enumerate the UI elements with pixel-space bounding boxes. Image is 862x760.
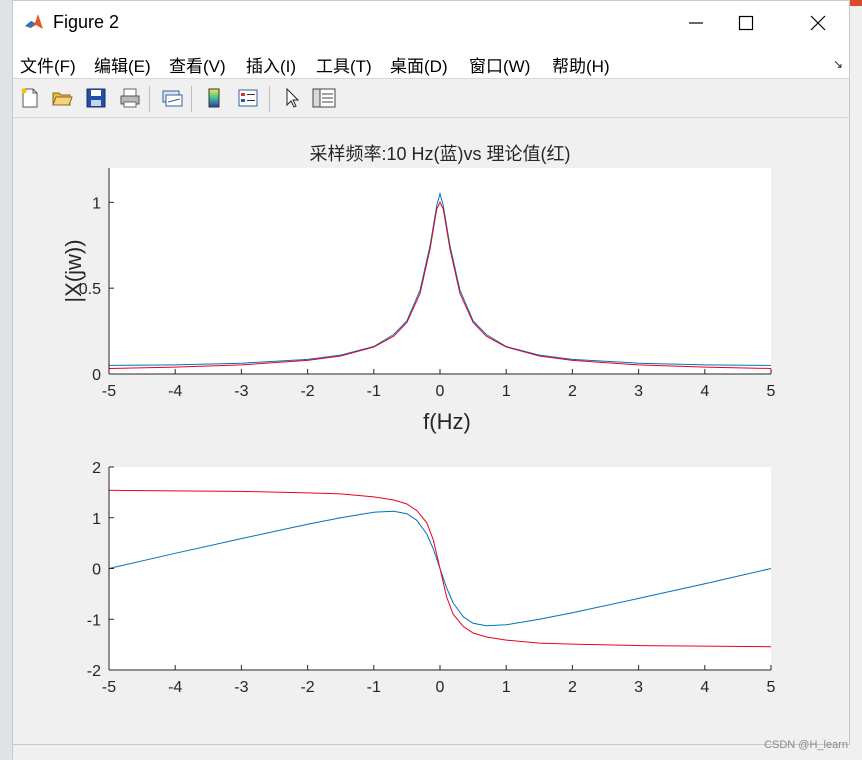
magnitude-xlabel: f(Hz) (423, 409, 471, 434)
minimize-icon (689, 22, 703, 24)
print-icon[interactable] (117, 85, 143, 111)
magnitude-xtick-label: -4 (168, 383, 182, 400)
phase-xtick-label: -1 (367, 679, 381, 696)
legend-icon[interactable] (235, 85, 261, 111)
phase-xtick-label: -4 (168, 679, 182, 696)
plot-canvas: 采样频率:10 Hz(蓝)vs 理论值(红) f(Hz) |X(jw)) -5-… (61, 144, 776, 696)
menu-view[interactable]: 查看(V) (169, 52, 226, 77)
magnitude-ytick-label: 0 (92, 367, 101, 384)
toolbar-separator (191, 86, 192, 112)
new-figure-icon[interactable] (17, 85, 43, 111)
toolbar (13, 80, 849, 118)
maximize-icon (738, 15, 754, 31)
menu-edit[interactable]: 编辑(E) (94, 52, 151, 77)
maximize-button[interactable] (723, 5, 769, 41)
phase-xtick-label: 2 (568, 679, 577, 696)
magnitude-xtick-label: -1 (367, 383, 381, 400)
matlab-logo-icon (23, 11, 45, 33)
colorbar-icon[interactable] (201, 85, 227, 111)
phase-xtick-label: -5 (102, 679, 116, 696)
property-inspector-icon[interactable] (311, 85, 337, 111)
magnitude-axes[interactable]: 采样频率:10 Hz(蓝)vs 理论值(红) f(Hz) |X(jw)) -5-… (61, 144, 776, 434)
magnitude-xtick-label: 1 (502, 383, 511, 400)
phase-xtick-label: -2 (300, 679, 314, 696)
menu-bar: 文件(F) 编辑(E) 查看(V) 插入(I) 工具(T) 桌面(D) 窗口(W… (13, 45, 849, 79)
phase-xtick-label: 0 (436, 679, 445, 696)
menu-insert[interactable]: 插入(I) (246, 52, 296, 77)
magnitude-title: 采样频率:10 Hz(蓝)vs 理论值(红) (310, 144, 571, 164)
magnitude-ytick-label: 0.5 (79, 281, 101, 298)
menu-window[interactable]: 窗口(W) (469, 52, 530, 77)
close-icon (810, 15, 826, 31)
phase-ytick-label: -2 (87, 663, 101, 680)
magnitude-xtick-label: 0 (436, 383, 445, 400)
phase-xtick-label: 4 (700, 679, 709, 696)
phase-xtick-label: 3 (634, 679, 643, 696)
magnitude-xtick-label: 4 (700, 383, 709, 400)
toolbar-separator (269, 86, 270, 112)
menu-tools[interactable]: 工具(T) (316, 52, 372, 77)
figure-window: Figure 2 文件(F) 编辑(E) 查看(V) 插入(I) 工具(T) 桌… (12, 0, 850, 745)
minimize-button[interactable] (673, 5, 719, 41)
phase-ytick-label: 1 (92, 511, 101, 528)
magnitude-plot-area (109, 168, 771, 374)
menu-help[interactable]: 帮助(H) (552, 52, 610, 77)
dock-arrow-icon[interactable]: ↘ (833, 57, 843, 71)
phase-xtick-label: -3 (234, 679, 248, 696)
magnitude-ytick-label: 1 (92, 195, 101, 212)
magnitude-xtick-label: 3 (634, 383, 643, 400)
toolbar-separator (149, 86, 150, 112)
magnitude-xtick-label: -3 (234, 383, 248, 400)
close-button[interactable] (795, 5, 841, 41)
phase-axes[interactable]: -5 -4 -3 -2 -1 0 1 2 3 4 5 -2 -1 0 1 2 (87, 460, 776, 696)
window-title: Figure 2 (53, 12, 120, 32)
magnitude-xtick-label: 2 (568, 383, 577, 400)
magnitude-xtick-label: -2 (300, 383, 314, 400)
phase-ytick-label: 2 (92, 460, 101, 477)
link-plot-icon[interactable] (159, 85, 185, 111)
menu-desktop[interactable]: 桌面(D) (390, 52, 448, 77)
magnitude-xtick-label: -5 (102, 383, 116, 400)
magnitude-xtick-label: 5 (767, 383, 776, 400)
save-icon[interactable] (83, 85, 109, 111)
open-file-icon[interactable] (49, 85, 75, 111)
figure-canvas: 采样频率:10 Hz(蓝)vs 理论值(红) f(Hz) |X(jw)) -5-… (13, 119, 851, 746)
watermark-text: CSDN @H_learn (764, 739, 848, 751)
menu-file[interactable]: 文件(F) (20, 52, 76, 77)
phase-xtick-label: 5 (767, 679, 776, 696)
phase-ytick-label: 0 (92, 562, 101, 579)
phase-ytick-label: -1 (87, 612, 101, 629)
pointer-icon[interactable] (279, 85, 305, 111)
phase-xtick-label: 1 (502, 679, 511, 696)
title-bar: Figure 2 (13, 1, 849, 45)
